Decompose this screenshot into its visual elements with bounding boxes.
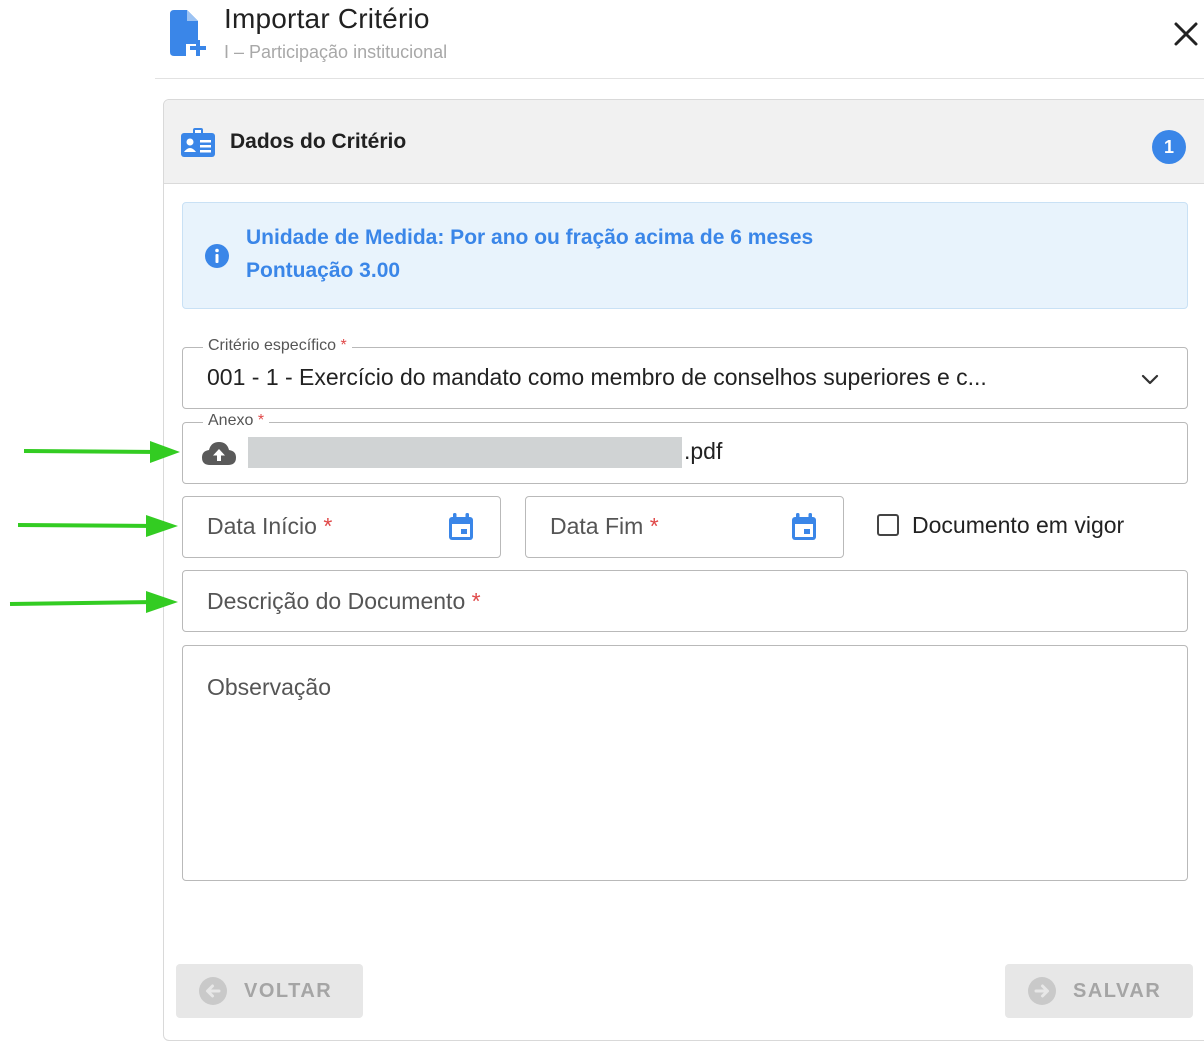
file-add-icon <box>170 10 206 56</box>
score-text: Pontuação 3.00 <box>246 259 401 282</box>
start-date-placeholder: Data Início * <box>207 513 333 539</box>
required-mark: * <box>340 337 347 354</box>
cloud-upload-icon[interactable] <box>201 440 237 466</box>
required-mark: * <box>323 513 333 539</box>
attachment-label: Anexo * <box>203 412 270 430</box>
annotation-arrow-icon <box>17 515 178 537</box>
end-date-placeholder: Data Fim * <box>550 513 659 539</box>
section-title: Dados do Critério <box>230 130 407 153</box>
info-icon <box>205 244 229 268</box>
required-mark: * <box>649 513 659 539</box>
page-subtitle: I – Participação institucional <box>224 42 448 62</box>
step-badge: 1 <box>1152 130 1186 164</box>
document-in-force-label[interactable]: Documento em vigor <box>912 512 1124 539</box>
document-in-force-checkbox[interactable] <box>877 514 899 536</box>
document-description-placeholder: Descrição do Documento * <box>207 588 481 614</box>
calendar-icon[interactable] <box>445 511 477 543</box>
unit-of-measure-text: Unidade de Medida: Por ano ou fração aci… <box>246 226 814 249</box>
arrow-left-circle-icon <box>199 977 227 1005</box>
criterion-select-value: 001 - 1 - Exercício do mandato como memb… <box>207 364 987 390</box>
info-alert <box>182 202 1188 309</box>
annotation-arrow-icon <box>9 591 178 613</box>
required-mark: * <box>471 588 481 614</box>
back-button[interactable]: VOLTAR <box>176 964 363 1018</box>
back-button-label: VOLTAR <box>244 979 333 1002</box>
save-button[interactable]: SALVAR <box>1005 964 1193 1018</box>
id-card-icon <box>181 128 215 157</box>
save-button-label: SALVAR <box>1073 979 1162 1002</box>
close-icon[interactable] <box>1168 16 1204 52</box>
criterion-select-label: Critério específico * <box>203 337 352 355</box>
calendar-icon[interactable] <box>788 511 820 543</box>
arrow-right-circle-icon <box>1028 977 1056 1005</box>
page-title: Importar Critério <box>224 3 430 34</box>
header-divider <box>155 78 1204 79</box>
chevron-down-icon[interactable] <box>1138 367 1162 391</box>
required-mark: * <box>257 412 265 429</box>
observation-placeholder: Observação <box>207 674 332 700</box>
redacted-filename <box>248 437 682 468</box>
observation-textarea[interactable] <box>182 645 1188 881</box>
file-extension: .pdf <box>684 438 723 464</box>
annotation-arrow-icon <box>23 441 180 463</box>
